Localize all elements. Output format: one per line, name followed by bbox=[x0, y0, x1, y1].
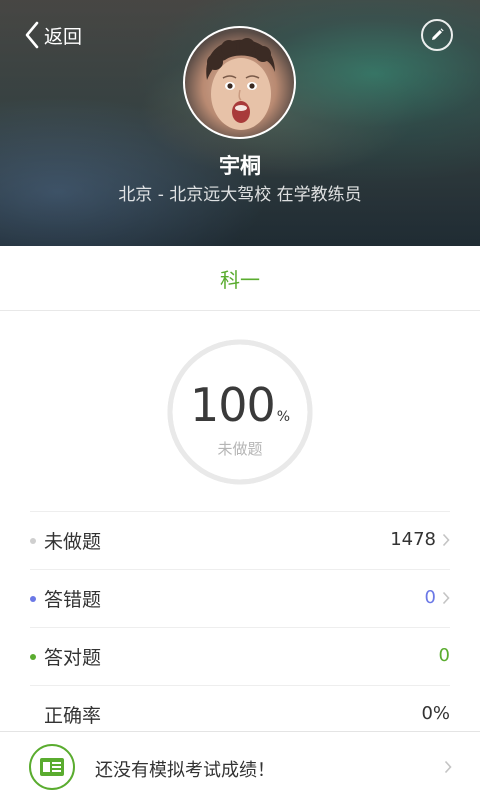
certificate-icon bbox=[29, 744, 75, 790]
stat-name: 答错题 bbox=[44, 589, 102, 611]
chevron-right-icon bbox=[442, 533, 450, 547]
status-dot bbox=[30, 653, 36, 660]
tab-subject-one[interactable]: 科一 bbox=[220, 264, 260, 293]
stat-value: 0% bbox=[421, 703, 450, 724]
stat-name: 未做题 bbox=[44, 531, 102, 553]
progress-label: 未做题 bbox=[217, 440, 263, 458]
edit-profile-button[interactable] bbox=[421, 19, 453, 51]
profile-header: 返回 宇桐 北京 - 北京远大驾校 在学教练员 bbox=[0, 0, 480, 246]
progress-number: 100 bbox=[189, 378, 276, 432]
stat-row-undone[interactable]: 未做题 1478 bbox=[30, 511, 450, 569]
stats-list: 未做题 1478 答错题 0 答对题 0 正确率 0% bbox=[30, 511, 450, 743]
chevron-right-icon bbox=[442, 591, 450, 605]
pencil-icon bbox=[432, 28, 444, 40]
back-label: 返回 bbox=[44, 25, 83, 48]
back-button[interactable]: 返回 bbox=[24, 20, 82, 50]
mock-exam-bar[interactable]: 还没有模拟考试成绩！ bbox=[0, 731, 480, 801]
avatar[interactable] bbox=[183, 26, 296, 139]
stat-name: 正确率 bbox=[44, 705, 102, 727]
user-subtitle: 北京 - 北京远大驾校 在学教练员 bbox=[118, 185, 362, 205]
progress-ring: 100% 未做题 bbox=[166, 338, 314, 486]
chevron-left-icon bbox=[25, 21, 39, 49]
stat-name: 答对题 bbox=[44, 647, 102, 669]
stat-value: 0 bbox=[424, 587, 436, 608]
stat-row-wrong[interactable]: 答错题 0 bbox=[30, 569, 450, 627]
subject-tab-bar: 科一 bbox=[0, 246, 480, 311]
chevron-right-icon bbox=[444, 760, 452, 774]
progress-value: 100% bbox=[166, 378, 314, 432]
stat-value: 0 bbox=[438, 645, 450, 666]
status-dot bbox=[30, 537, 36, 544]
child-face-image bbox=[206, 38, 275, 130]
progress-unit: % bbox=[276, 409, 291, 425]
stat-value: 1478 bbox=[390, 529, 436, 550]
stat-row-correct[interactable]: 答对题 0 bbox=[30, 627, 450, 685]
status-dot bbox=[30, 595, 36, 602]
mock-exam-text: 还没有模拟考试成绩！ bbox=[95, 760, 275, 781]
user-name: 宇桐 bbox=[219, 154, 261, 178]
